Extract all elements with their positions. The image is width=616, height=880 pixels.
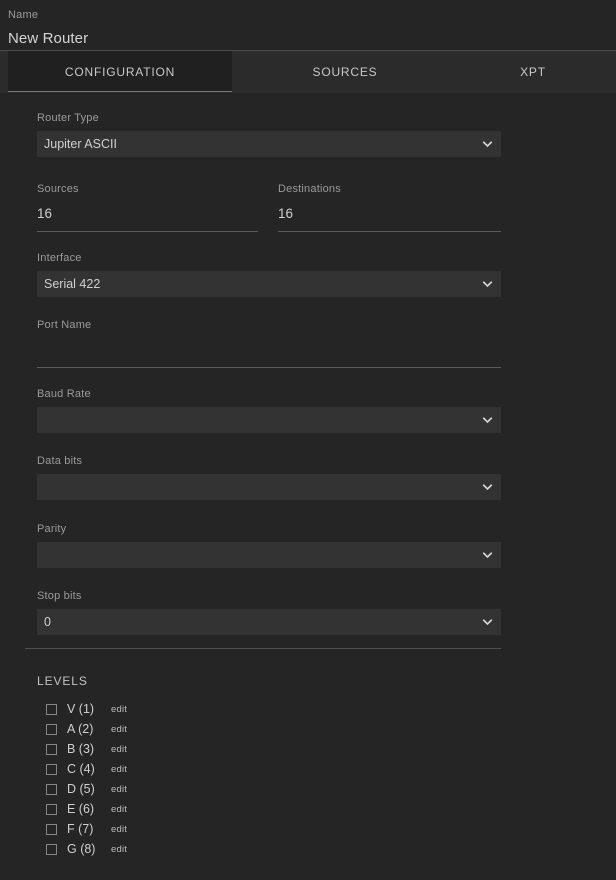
levels-list: V (1) edit A (2) edit B (3) edit C (4) edit D (5… [37,699,337,859]
checkbox-icon[interactable] [46,843,57,855]
tab-configuration[interactable]: CONFIGURATION [8,51,232,93]
tab-bar: CONFIGURATION SOURCES XPT [0,51,616,93]
level-name: G (8) [67,842,96,856]
checkbox-icon[interactable] [46,723,57,735]
router-name-field[interactable]: Name New Router [0,0,616,51]
sources-value: 16 [37,206,53,221]
port-name-underline [37,367,501,368]
stop-bits-value: 0 [44,615,51,629]
router-type-label: Router Type [37,112,99,124]
destinations-field: Destinations 16 [278,182,501,232]
level-edit-link[interactable]: edit [111,784,127,795]
checkbox-icon[interactable] [46,783,57,795]
destinations-underline [278,231,501,232]
data-bits-select[interactable] [37,474,501,500]
level-row[interactable]: F (7) edit [37,819,337,839]
level-name: V (1) [67,702,95,716]
interface-select[interactable]: Serial 422 [37,271,501,297]
chevron-down-icon [482,279,493,290]
baud-rate-label: Baud Rate [37,388,91,400]
destinations-input[interactable]: 16 [278,202,501,232]
level-row[interactable]: G (8) edit [37,839,337,859]
chevron-down-icon [482,617,493,628]
destinations-label: Destinations [278,183,341,195]
level-row[interactable]: V (1) edit [37,699,337,719]
chevron-down-icon [482,482,493,493]
level-edit-link[interactable]: edit [111,704,127,715]
stop-bits-field: Stop bits 0 [37,589,501,635]
tab-configuration-label: CONFIGURATION [64,65,176,79]
sources-input[interactable]: 16 [37,202,258,232]
tab-xpt[interactable]: XPT [458,51,608,93]
level-edit-link[interactable]: edit [111,724,127,735]
interface-field: Interface Serial 422 [37,251,501,297]
chevron-down-icon [482,550,493,561]
router-name-value[interactable]: New Router [8,28,608,50]
configuration-form: Router Type Jupiter ASCII Sources 16 Des… [0,93,616,880]
sources-field: Sources 16 [37,182,258,232]
router-configuration-panel: Name New Router CONFIGURATION SOURCES XP… [0,0,616,880]
level-name: B (3) [67,742,95,756]
parity-field: Parity [37,522,501,568]
sources-label: Sources [37,183,79,195]
level-edit-link[interactable]: edit [111,804,127,815]
level-name: E (6) [67,802,95,816]
baud-rate-field: Baud Rate [37,387,501,433]
level-name: F (7) [67,822,94,836]
level-edit-link[interactable]: edit [111,844,127,855]
stop-bits-select[interactable]: 0 [37,609,501,635]
tab-sources-label: SOURCES [312,65,378,79]
data-bits-label: Data bits [37,455,83,467]
router-type-select[interactable]: Jupiter ASCII [37,131,501,157]
port-name-field: Port Name [37,318,501,368]
level-edit-link[interactable]: edit [111,744,127,755]
port-name-input[interactable] [37,338,501,368]
parity-select[interactable] [37,542,501,568]
level-name: A (2) [67,722,94,736]
interface-label: Interface [37,252,82,264]
level-row[interactable]: C (4) edit [37,759,337,779]
level-edit-link[interactable]: edit [111,764,127,775]
baud-rate-select[interactable] [37,407,501,433]
level-edit-link[interactable]: edit [111,824,127,835]
router-name-label: Name [8,9,39,21]
level-row[interactable]: D (5) edit [37,779,337,799]
level-name: D (5) [67,782,95,796]
chevron-down-icon [482,139,493,150]
chevron-down-icon [482,415,493,426]
stop-bits-label: Stop bits [37,590,82,602]
levels-title: LEVELS [37,674,88,688]
levels-section: LEVELS V (1) edit A (2) edit B (3) edit C (4) e… [37,673,337,859]
data-bits-field: Data bits [37,454,501,500]
port-name-label: Port Name [37,319,92,331]
checkbox-icon[interactable] [46,703,57,715]
levels-divider [25,648,501,649]
tab-sources[interactable]: SOURCES [232,51,458,93]
level-row[interactable]: A (2) edit [37,719,337,739]
router-type-value: Jupiter ASCII [44,137,117,151]
checkbox-icon[interactable] [46,763,57,775]
destinations-value: 16 [278,206,294,221]
interface-value: Serial 422 [44,277,101,291]
tab-xpt-label: XPT [520,65,546,79]
checkbox-icon[interactable] [46,823,57,835]
level-name: C (4) [67,762,95,776]
router-type-field: Router Type Jupiter ASCII [37,111,501,157]
level-row[interactable]: B (3) edit [37,739,337,759]
sources-underline [37,231,258,232]
parity-label: Parity [37,523,67,535]
checkbox-icon[interactable] [46,803,57,815]
checkbox-icon[interactable] [46,743,57,755]
level-row[interactable]: E (6) edit [37,799,337,819]
